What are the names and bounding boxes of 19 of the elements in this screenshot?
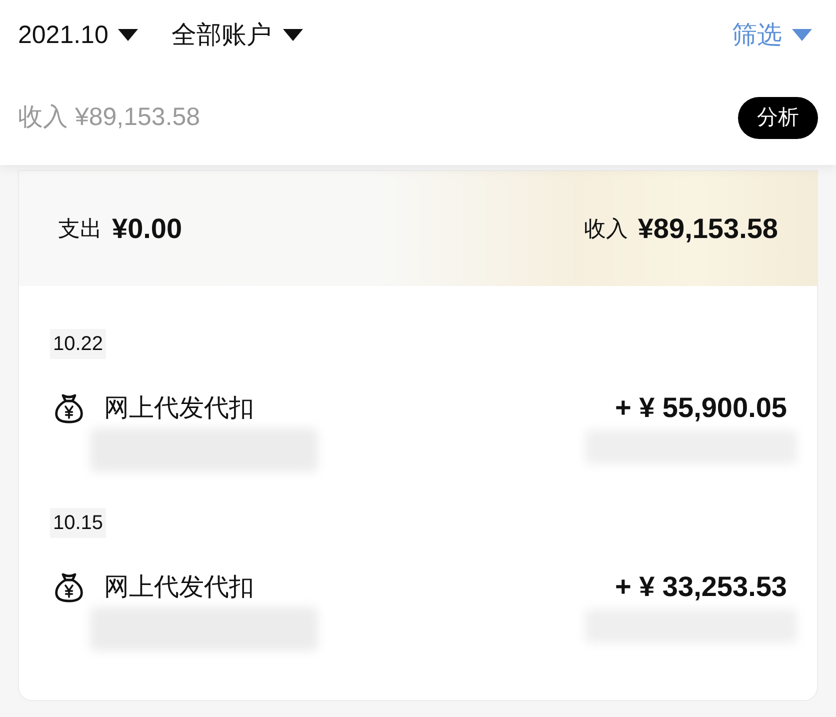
expense-amount: ¥0.00 bbox=[112, 214, 182, 242]
transaction-amount: + ¥ 55,900.05 bbox=[614, 394, 787, 422]
caret-down-icon bbox=[792, 29, 812, 41]
account-selector[interactable]: 全部账户 bbox=[171, 22, 304, 48]
money-bag-icon bbox=[52, 572, 84, 602]
income-amount: ¥89,153.58 bbox=[638, 214, 778, 242]
money-bag-icon bbox=[52, 392, 84, 424]
date-label: 10.15 bbox=[50, 508, 106, 538]
transaction-amount: + ¥ 33,253.53 bbox=[614, 573, 787, 601]
month-selector[interactable]: 2021.10 bbox=[18, 22, 138, 48]
income-label: 收入 bbox=[584, 218, 628, 240]
analysis-button[interactable]: 分析 bbox=[738, 96, 818, 138]
transaction-title: 网上代发代扣 bbox=[104, 396, 254, 420]
caret-down-icon bbox=[118, 29, 138, 41]
transaction-title: 网上代发代扣 bbox=[104, 574, 254, 600]
date-label: 10.22 bbox=[50, 329, 106, 359]
expense-label: 支出 bbox=[58, 218, 102, 240]
income-total-text: 收入 ¥89,153.58 bbox=[18, 105, 200, 130]
caret-down-icon bbox=[283, 29, 304, 41]
